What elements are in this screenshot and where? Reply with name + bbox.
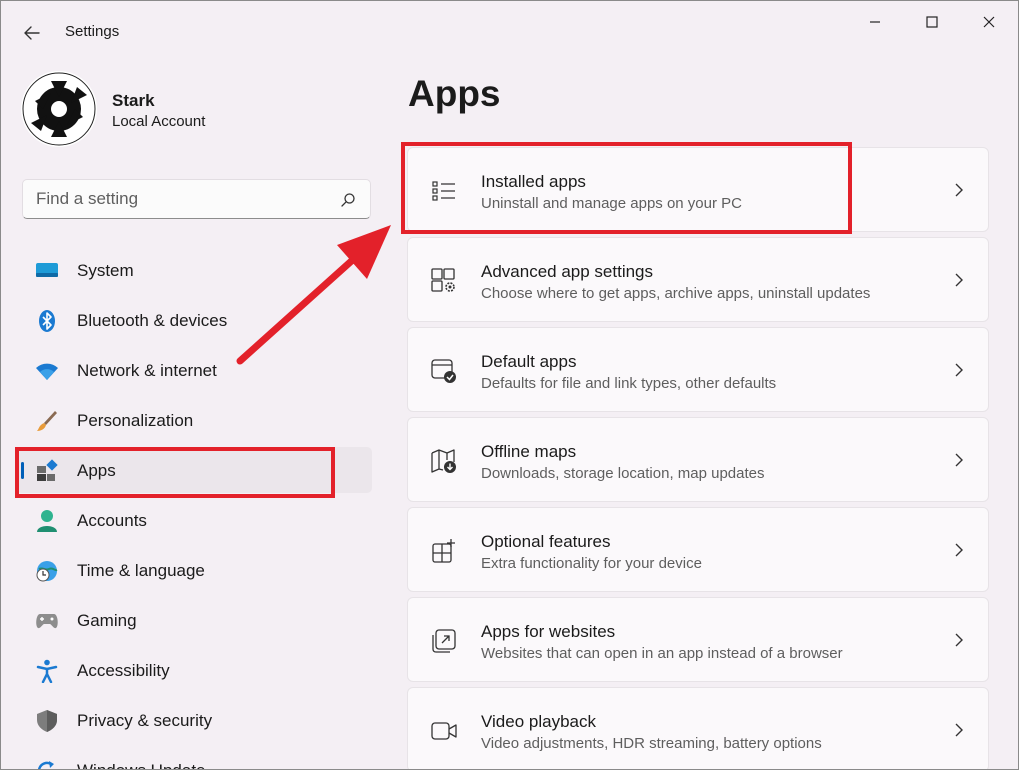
sidebar-item-accessibility[interactable]: Accessibility bbox=[16, 647, 372, 693]
maximize-button[interactable] bbox=[905, 7, 959, 37]
search-icon[interactable] bbox=[340, 192, 356, 208]
minimize-button[interactable] bbox=[848, 7, 902, 37]
sidebar-item-label: System bbox=[77, 261, 134, 280]
card-title: Video playback bbox=[481, 712, 596, 731]
sidebar-item-bluetooth[interactable]: Bluetooth & devices bbox=[16, 297, 372, 343]
maximize-icon bbox=[926, 16, 938, 28]
sidebar-item-label: Privacy & security bbox=[77, 711, 213, 730]
shield-icon bbox=[35, 709, 59, 733]
default-apps-icon bbox=[430, 357, 458, 385]
chevron-right-icon bbox=[955, 723, 963, 737]
sidebar-item-label: Windows Update bbox=[77, 761, 206, 769]
arrow-left-icon bbox=[24, 26, 40, 40]
default-apps-card[interactable]: Default apps Defaults for file and link … bbox=[407, 327, 989, 412]
sidebar-item-label: Personalization bbox=[77, 411, 194, 430]
app-title: Settings bbox=[65, 23, 120, 40]
sidebar-item-label: Network & internet bbox=[77, 361, 217, 380]
card-description: Extra functionality for your device bbox=[481, 555, 702, 572]
sidebar-item-system[interactable]: System bbox=[16, 247, 372, 293]
page-title: Apps bbox=[408, 73, 501, 114]
open-external-icon bbox=[430, 627, 458, 655]
sidebar-item-label: Accessibility bbox=[77, 661, 170, 680]
sidebar-item-gaming[interactable]: Gaming bbox=[16, 597, 372, 643]
sidebar-item-time-language[interactable]: Time & language bbox=[16, 547, 372, 593]
app-settings-icon bbox=[430, 267, 458, 295]
minimize-icon bbox=[870, 21, 880, 23]
sidebar-item-label: Bluetooth & devices bbox=[77, 311, 228, 330]
chevron-right-icon bbox=[955, 273, 963, 287]
user-name: Stark bbox=[112, 91, 155, 110]
search-box bbox=[22, 179, 371, 219]
sidebar-item-label: Gaming bbox=[77, 611, 137, 630]
card-title: Default apps bbox=[481, 352, 577, 371]
chevron-right-icon bbox=[955, 633, 963, 647]
card-title: Offline maps bbox=[481, 442, 577, 461]
video-playback-card[interactable]: Video playback Video adjustments, HDR st… bbox=[407, 687, 989, 769]
account-type: Local Account bbox=[112, 113, 206, 130]
card-description: Downloads, storage location, map updates bbox=[481, 465, 765, 482]
settings-window: Settings Stark Local Account Find a sett… bbox=[0, 0, 1019, 770]
card-description: Websites that can open in an app instead… bbox=[481, 645, 843, 662]
installed-apps-highlight-box bbox=[401, 142, 852, 234]
settings-card-list: Installed apps Uninstall and manage apps… bbox=[407, 147, 989, 769]
map-download-icon bbox=[430, 447, 458, 475]
card-description: Defaults for file and link types, other … bbox=[481, 375, 777, 392]
search-input[interactable] bbox=[23, 180, 323, 218]
sidebar-item-label: Time & language bbox=[77, 561, 205, 580]
globe-clock-icon bbox=[35, 559, 59, 583]
card-title: Apps for websites bbox=[481, 622, 616, 641]
chevron-right-icon bbox=[955, 453, 963, 467]
advanced-app-settings-card[interactable]: Advanced app settings Choose where to ge… bbox=[407, 237, 989, 322]
sidebar-item-personalization[interactable]: Personalization bbox=[16, 397, 372, 443]
card-title: Optional features bbox=[481, 532, 611, 551]
update-icon bbox=[35, 759, 59, 769]
video-icon bbox=[430, 717, 458, 745]
wifi-icon bbox=[35, 359, 59, 383]
sidebar-item-accounts[interactable]: Accounts bbox=[16, 497, 372, 543]
card-title: Advanced app settings bbox=[481, 262, 654, 281]
add-feature-icon bbox=[430, 537, 458, 565]
chevron-right-icon bbox=[955, 543, 963, 557]
close-button[interactable] bbox=[962, 7, 1016, 37]
sidebar-item-privacy[interactable]: Privacy & security bbox=[16, 697, 372, 743]
avatar[interactable] bbox=[21, 71, 97, 147]
apps-highlight-box bbox=[15, 447, 335, 498]
bluetooth-icon bbox=[35, 309, 59, 333]
apps-for-websites-card[interactable]: Apps for websites Websites that can open… bbox=[407, 597, 989, 682]
optional-features-card[interactable]: Optional features Extra functionality fo… bbox=[407, 507, 989, 592]
gamepad-icon bbox=[35, 609, 59, 633]
card-description: Choose where to get apps, archive apps, … bbox=[481, 285, 871, 302]
accessibility-icon bbox=[35, 659, 59, 683]
sidebar-item-network[interactable]: Network & internet bbox=[16, 347, 372, 393]
title-bar: Settings bbox=[1, 1, 1018, 63]
paintbrush-icon bbox=[35, 409, 59, 433]
chevron-right-icon bbox=[955, 183, 963, 197]
close-icon bbox=[983, 16, 995, 28]
monitor-icon bbox=[35, 259, 59, 283]
sidebar-nav: System Bluetooth & devices Network & int… bbox=[16, 247, 372, 769]
person-icon bbox=[35, 509, 59, 533]
card-description: Video adjustments, HDR streaming, batter… bbox=[481, 735, 822, 752]
back-button[interactable] bbox=[13, 19, 51, 47]
sidebar-item-windows-update[interactable]: Windows Update bbox=[16, 747, 372, 769]
chevron-right-icon bbox=[955, 363, 963, 377]
sidebar-item-label: Accounts bbox=[77, 511, 147, 530]
offline-maps-card[interactable]: Offline maps Downloads, storage location… bbox=[407, 417, 989, 502]
